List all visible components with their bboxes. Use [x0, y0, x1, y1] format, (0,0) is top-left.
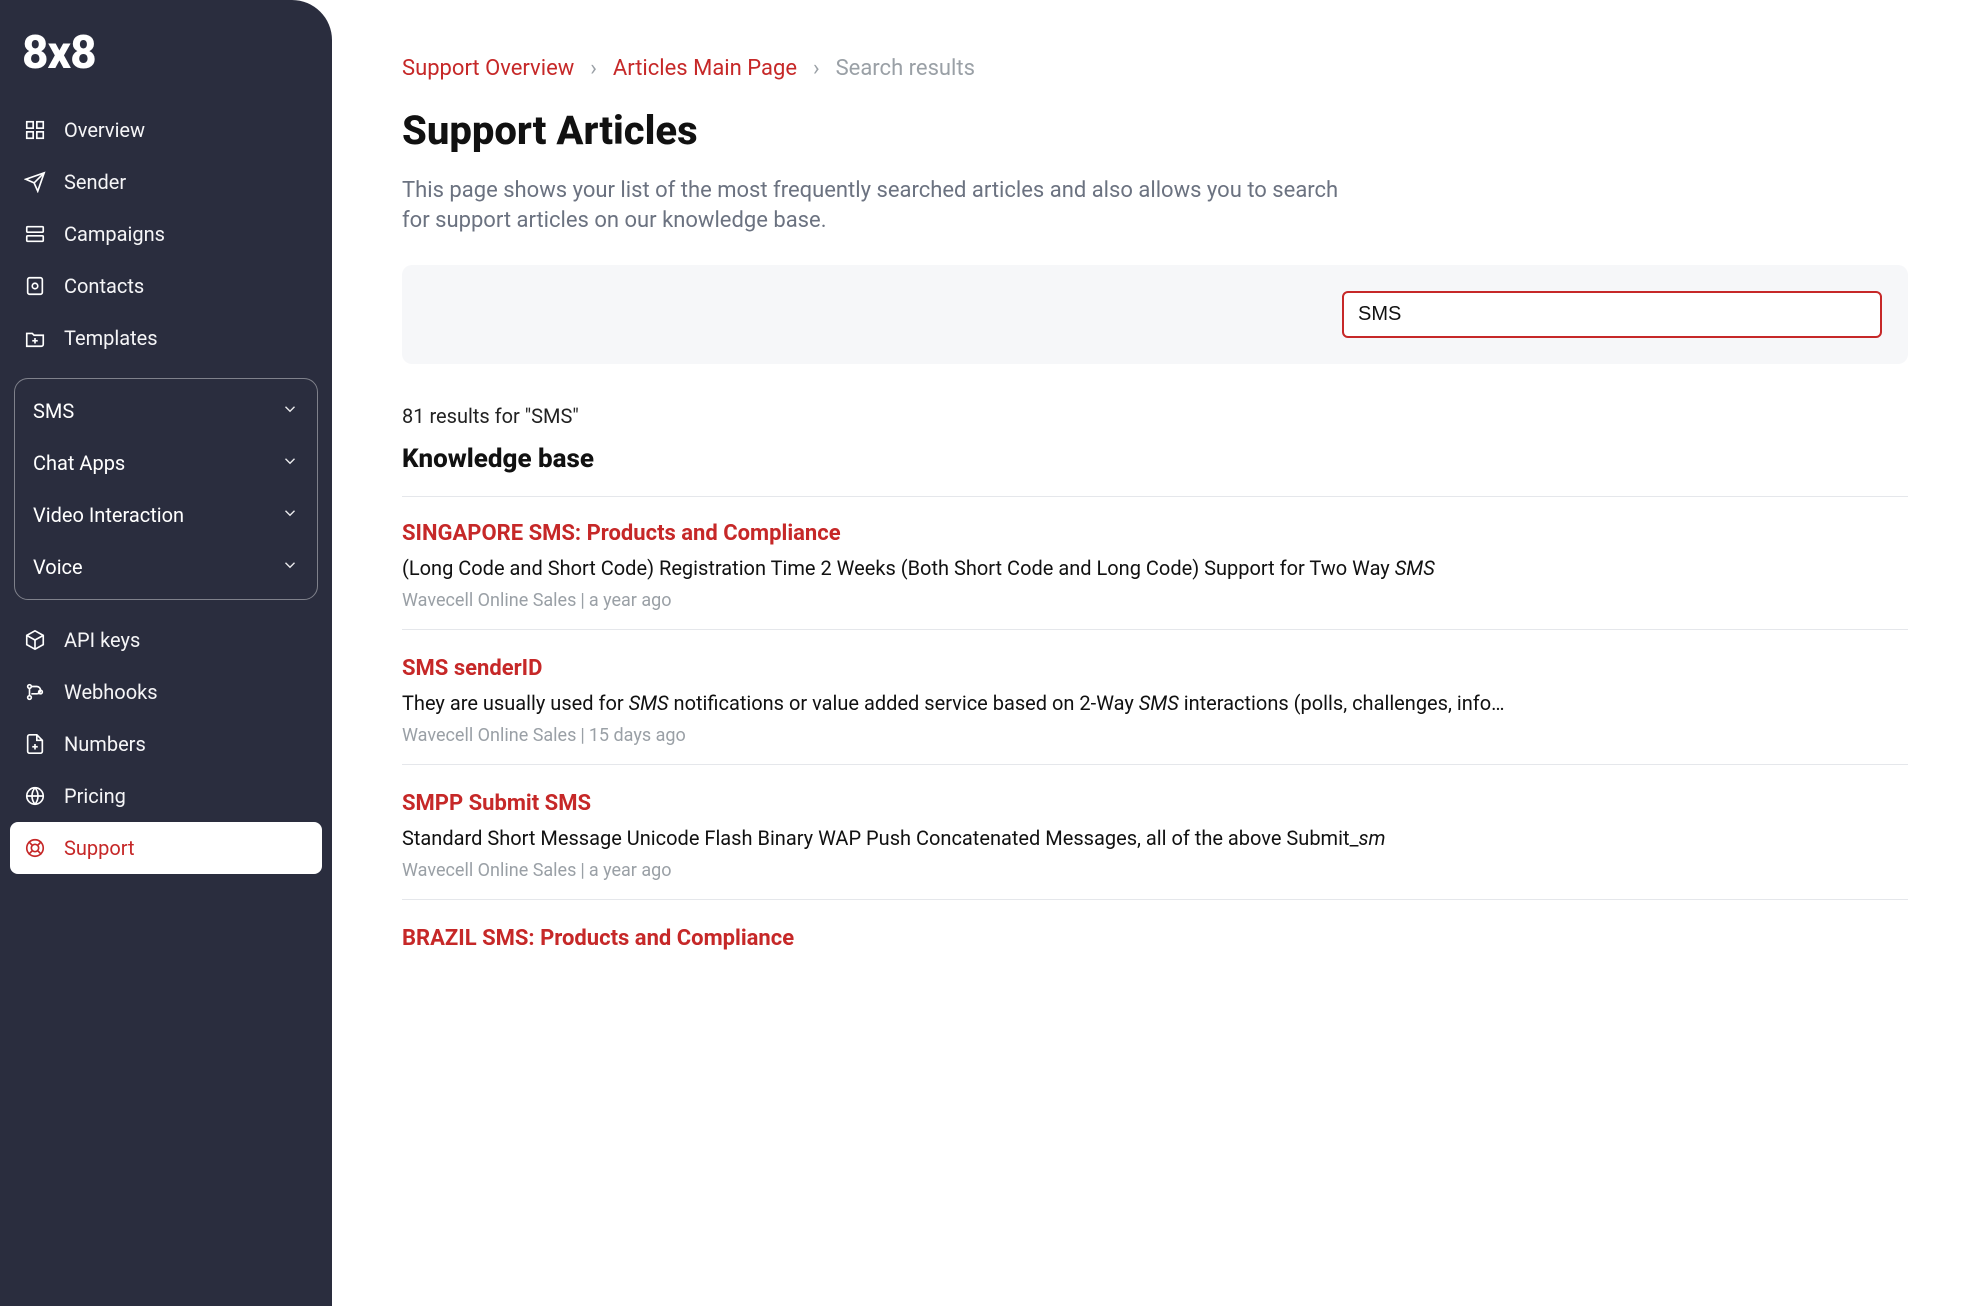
sidebar-item-label: Webhooks: [64, 680, 158, 704]
sidebar-group-chatapps[interactable]: Chat Apps: [15, 437, 317, 489]
sidebar-item-pricing[interactable]: Pricing: [10, 770, 322, 822]
sidebar-group-label: Chat Apps: [33, 451, 125, 475]
lifebuoy-icon: [24, 837, 46, 859]
sidebar-item-overview[interactable]: Overview: [10, 104, 322, 156]
chevron-down-icon: [281, 555, 299, 579]
sidebar-item-label: API keys: [64, 628, 140, 652]
sidebar-group-label: Video Interaction: [33, 503, 184, 527]
sidebar: 8x8 Overview Sender Campaigns Contacts T…: [0, 0, 332, 1306]
cube-icon: [24, 629, 46, 651]
breadcrumb: Support Overview › Articles Main Page › …: [402, 56, 1908, 81]
send-icon: [24, 171, 46, 193]
sidebar-item-label: Contacts: [64, 274, 144, 298]
breadcrumb-articles-main[interactable]: Articles Main Page: [613, 56, 797, 81]
sidebar-item-label: Numbers: [64, 732, 146, 756]
chevron-right-icon: ›: [590, 56, 597, 81]
article-source: Wavecell Online Sales: [402, 860, 576, 881]
search-panel: [402, 265, 1908, 364]
layers-icon: [24, 223, 46, 245]
kb-heading: Knowledge base: [402, 444, 1908, 474]
chevron-down-icon: [281, 503, 299, 527]
globe-icon: [24, 785, 46, 807]
chevron-down-icon: [281, 451, 299, 475]
breadcrumb-support-overview[interactable]: Support Overview: [402, 56, 574, 81]
article-item: SMS senderID They are usually used for S…: [402, 656, 1908, 765]
sidebar-group-label: Voice: [33, 555, 83, 579]
sidebar-item-label: Templates: [64, 326, 158, 350]
sidebar-item-numbers[interactable]: Numbers: [10, 718, 322, 770]
divider: [402, 496, 1908, 497]
article-age: 15 days ago: [589, 725, 686, 746]
article-source: Wavecell Online Sales: [402, 590, 576, 611]
chevron-down-icon: [281, 399, 299, 423]
article-snippet: (Long Code and Short Code) Registration …: [402, 556, 1908, 580]
main-content: Support Overview › Articles Main Page › …: [332, 0, 1978, 1306]
page-description: This page shows your list of the most fr…: [402, 176, 1342, 235]
sidebar-channel-group: SMS Chat Apps Video Interaction Voice: [14, 378, 318, 600]
file-plus-icon: [24, 733, 46, 755]
sidebar-item-label: Support: [64, 836, 135, 860]
search-input[interactable]: [1342, 291, 1882, 338]
article-source: Wavecell Online Sales: [402, 725, 576, 746]
article-item: SINGAPORE SMS: Products and Compliance (…: [402, 521, 1908, 630]
sidebar-group-voice[interactable]: Voice: [15, 541, 317, 593]
results-count: 81 results for "SMS": [402, 404, 1908, 428]
article-item: SMPP Submit SMS Standard Short Message U…: [402, 791, 1908, 900]
contacts-icon: [24, 275, 46, 297]
article-item: BRAZIL SMS: Products and Compliance: [402, 926, 1908, 979]
sidebar-group-label: SMS: [33, 399, 74, 423]
chevron-right-icon: ›: [813, 56, 820, 81]
folder-plus-icon: [24, 327, 46, 349]
sidebar-item-webhooks[interactable]: Webhooks: [10, 666, 322, 718]
sidebar-item-label: Pricing: [64, 784, 126, 808]
article-snippet: Standard Short Message Unicode Flash Bin…: [402, 826, 1908, 850]
article-age: a year ago: [589, 590, 672, 611]
grid-icon: [24, 119, 46, 141]
article-title[interactable]: SINGAPORE SMS: Products and Compliance: [402, 521, 1908, 546]
sidebar-group-video[interactable]: Video Interaction: [15, 489, 317, 541]
sidebar-item-sender[interactable]: Sender: [10, 156, 322, 208]
sidebar-item-support[interactable]: Support: [10, 822, 322, 874]
article-title[interactable]: SMS senderID: [402, 656, 1908, 681]
article-snippet: They are usually used for SMS notificati…: [402, 691, 1908, 715]
breadcrumb-current: Search results: [836, 56, 975, 81]
article-meta: Wavecell Online Sales|a year ago: [402, 590, 1908, 611]
brand-logo: 8x8: [10, 20, 322, 104]
article-title[interactable]: BRAZIL SMS: Products and Compliance: [402, 926, 1908, 951]
sidebar-item-campaigns[interactable]: Campaigns: [10, 208, 322, 260]
sidebar-item-contacts[interactable]: Contacts: [10, 260, 322, 312]
sidebar-item-label: Overview: [64, 118, 145, 142]
webhook-icon: [24, 681, 46, 703]
sidebar-item-apikeys[interactable]: API keys: [10, 614, 322, 666]
article-age: a year ago: [589, 860, 672, 881]
sidebar-item-templates[interactable]: Templates: [10, 312, 322, 364]
sidebar-item-label: Sender: [64, 170, 126, 194]
article-title[interactable]: SMPP Submit SMS: [402, 791, 1908, 816]
article-meta: Wavecell Online Sales|15 days ago: [402, 725, 1908, 746]
sidebar-item-label: Campaigns: [64, 222, 165, 246]
article-meta: Wavecell Online Sales|a year ago: [402, 860, 1908, 881]
page-title: Support Articles: [402, 107, 1908, 154]
sidebar-group-sms[interactable]: SMS: [15, 385, 317, 437]
